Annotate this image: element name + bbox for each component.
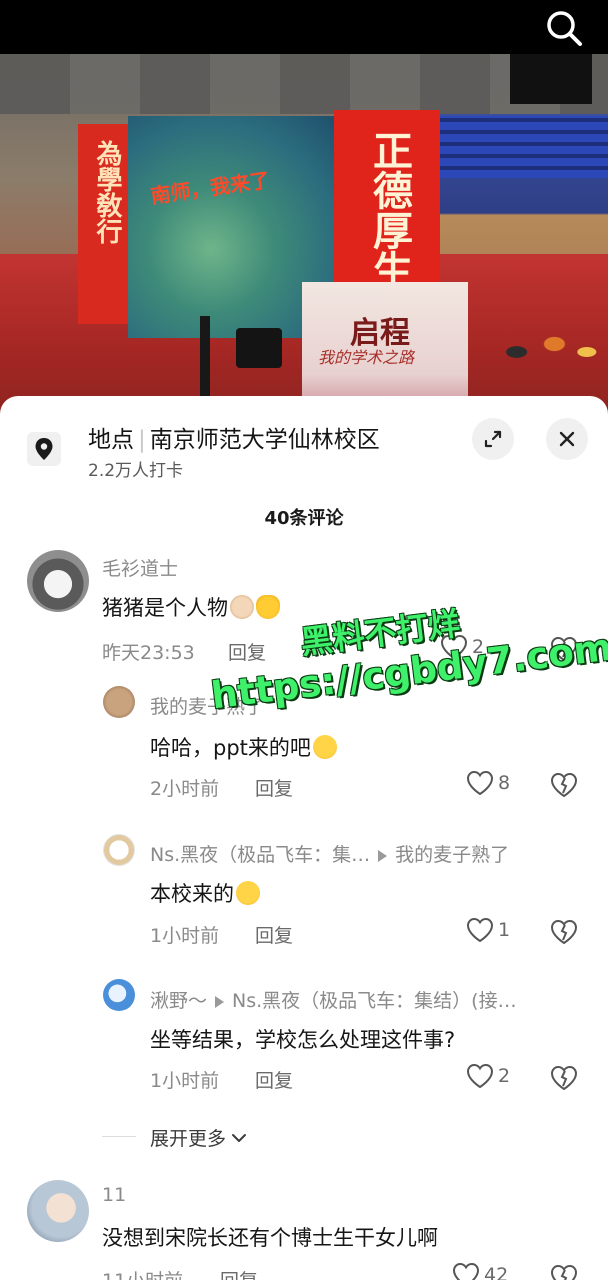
photo-banner-subtitle: 我的学术之路 bbox=[318, 348, 415, 367]
reply-button[interactable]: 回复 bbox=[255, 921, 293, 948]
heart-icon bbox=[466, 917, 494, 943]
reply-text: 本校来的 bbox=[150, 878, 260, 908]
like-count: 2 bbox=[498, 1065, 511, 1087]
photo-speaker bbox=[510, 54, 592, 104]
reply-to-arrow-icon bbox=[215, 995, 225, 1008]
like-count: 42 bbox=[484, 1264, 509, 1280]
laughing-emoji-icon bbox=[312, 735, 337, 759]
expand-icon bbox=[484, 430, 502, 448]
reply-time: 1小时前 bbox=[150, 925, 220, 947]
reply-author[interactable]: Ns.黑夜（极品飞车：集… bbox=[150, 844, 370, 866]
reply-button[interactable]: 回复 bbox=[220, 1266, 258, 1280]
reply-button[interactable]: 回复 bbox=[255, 774, 293, 801]
reply-button[interactable]: 回复 bbox=[255, 1066, 293, 1093]
location-pin-icon bbox=[27, 432, 61, 466]
like-button[interactable]: 8 bbox=[466, 770, 510, 796]
comments-sheet: 地点 | 南京师范大学仙林校区 2.2万人打卡 40条评论 毛衫道士 猪猪是个人物 … bbox=[0, 396, 608, 1280]
heart-icon bbox=[452, 1262, 480, 1280]
search-icon[interactable] bbox=[544, 8, 584, 48]
photo-screen-right-text: 正德厚生 bbox=[366, 130, 413, 290]
reply-author[interactable]: 湫野～ bbox=[150, 990, 207, 1012]
like-button[interactable]: 42 bbox=[452, 1262, 508, 1280]
photo-screen-left-text: 為學敎行 bbox=[92, 140, 122, 244]
expand-button[interactable] bbox=[472, 418, 514, 460]
heart-icon bbox=[466, 1063, 494, 1089]
like-button[interactable]: 2 bbox=[466, 1063, 510, 1089]
reply-username[interactable]: 湫野～ Ns.黑夜（极品飞车：集结）(接… bbox=[150, 986, 517, 1013]
close-icon bbox=[559, 431, 575, 447]
avatar[interactable] bbox=[103, 834, 135, 866]
reply-time: 1小时前 bbox=[150, 1070, 220, 1092]
like-count: 1 bbox=[498, 919, 511, 941]
dislike-icon[interactable] bbox=[550, 772, 578, 798]
like-button[interactable]: 1 bbox=[466, 917, 510, 943]
photo-camera bbox=[236, 328, 282, 368]
avatar[interactable] bbox=[27, 550, 89, 612]
thumbs-up-emoji-icon bbox=[256, 595, 280, 619]
expand-divider bbox=[102, 1136, 136, 1137]
dislike-icon[interactable] bbox=[550, 1065, 578, 1091]
laughing-emoji-icon bbox=[236, 881, 260, 905]
photo-people bbox=[495, 304, 603, 384]
dislike-icon[interactable] bbox=[550, 1264, 578, 1280]
avatar[interactable] bbox=[27, 1180, 89, 1242]
location-photo: 為學敎行 南师，我来了 正德厚生 启程 我的学术之路 bbox=[0, 54, 608, 414]
reply-text-content: 哈哈，ppt来的吧 bbox=[150, 736, 311, 760]
reply-text-content: 本校来的 bbox=[150, 882, 234, 906]
close-button[interactable] bbox=[546, 418, 588, 460]
comment-time: 昨天23:53 bbox=[102, 642, 195, 664]
reply-to-user[interactable]: Ns.黑夜（极品飞车：集结）(接… bbox=[232, 990, 517, 1012]
dislike-icon[interactable] bbox=[550, 919, 578, 945]
reply-text: 哈哈，ppt来的吧 bbox=[150, 732, 337, 762]
location-title[interactable]: 地点 | 南京师范大学仙林校区 bbox=[88, 420, 380, 454]
comment-time: 11小时前 bbox=[102, 1266, 183, 1280]
comment-text: 没想到宋院长还有个博士生干女儿啊 bbox=[102, 1226, 438, 1250]
reply-button[interactable]: 回复 bbox=[228, 638, 266, 665]
expand-more-button[interactable]: 展开更多 bbox=[150, 1124, 248, 1151]
comment-username[interactable]: 11 bbox=[102, 1184, 126, 1206]
location-label: 地点 bbox=[88, 427, 134, 453]
reply-to-user[interactable]: 我的麦子熟了 bbox=[395, 844, 509, 866]
avatar[interactable] bbox=[103, 979, 135, 1011]
avatar[interactable] bbox=[103, 686, 135, 718]
reply-time: 2小时前 bbox=[150, 778, 220, 800]
reply-text: 坐等结果，学校怎么处理这件事? bbox=[150, 1028, 456, 1052]
comment-count: 40条评论 bbox=[264, 508, 344, 529]
comment-text: 猪猪是个人物 bbox=[102, 592, 280, 622]
reply-username[interactable]: Ns.黑夜（极品飞车：集… 我的麦子熟了 bbox=[150, 840, 509, 867]
top-bar bbox=[0, 0, 608, 54]
expand-more-label: 展开更多 bbox=[150, 1128, 227, 1150]
comment-username[interactable]: 毛衫道士 bbox=[102, 554, 178, 581]
photo-seats bbox=[438, 116, 608, 178]
dog-emoji-icon bbox=[230, 595, 254, 619]
like-count: 8 bbox=[498, 772, 511, 794]
chevron-down-icon bbox=[232, 1133, 247, 1142]
heart-icon bbox=[466, 770, 494, 796]
location-separator: | bbox=[138, 427, 146, 453]
location-name: 南京师范大学仙林校区 bbox=[149, 427, 380, 453]
comment-text-content: 猪猪是个人物 bbox=[102, 596, 228, 620]
location-checkins: 2.2万人打卡 bbox=[88, 461, 184, 481]
reply-to-arrow-icon bbox=[378, 849, 388, 862]
